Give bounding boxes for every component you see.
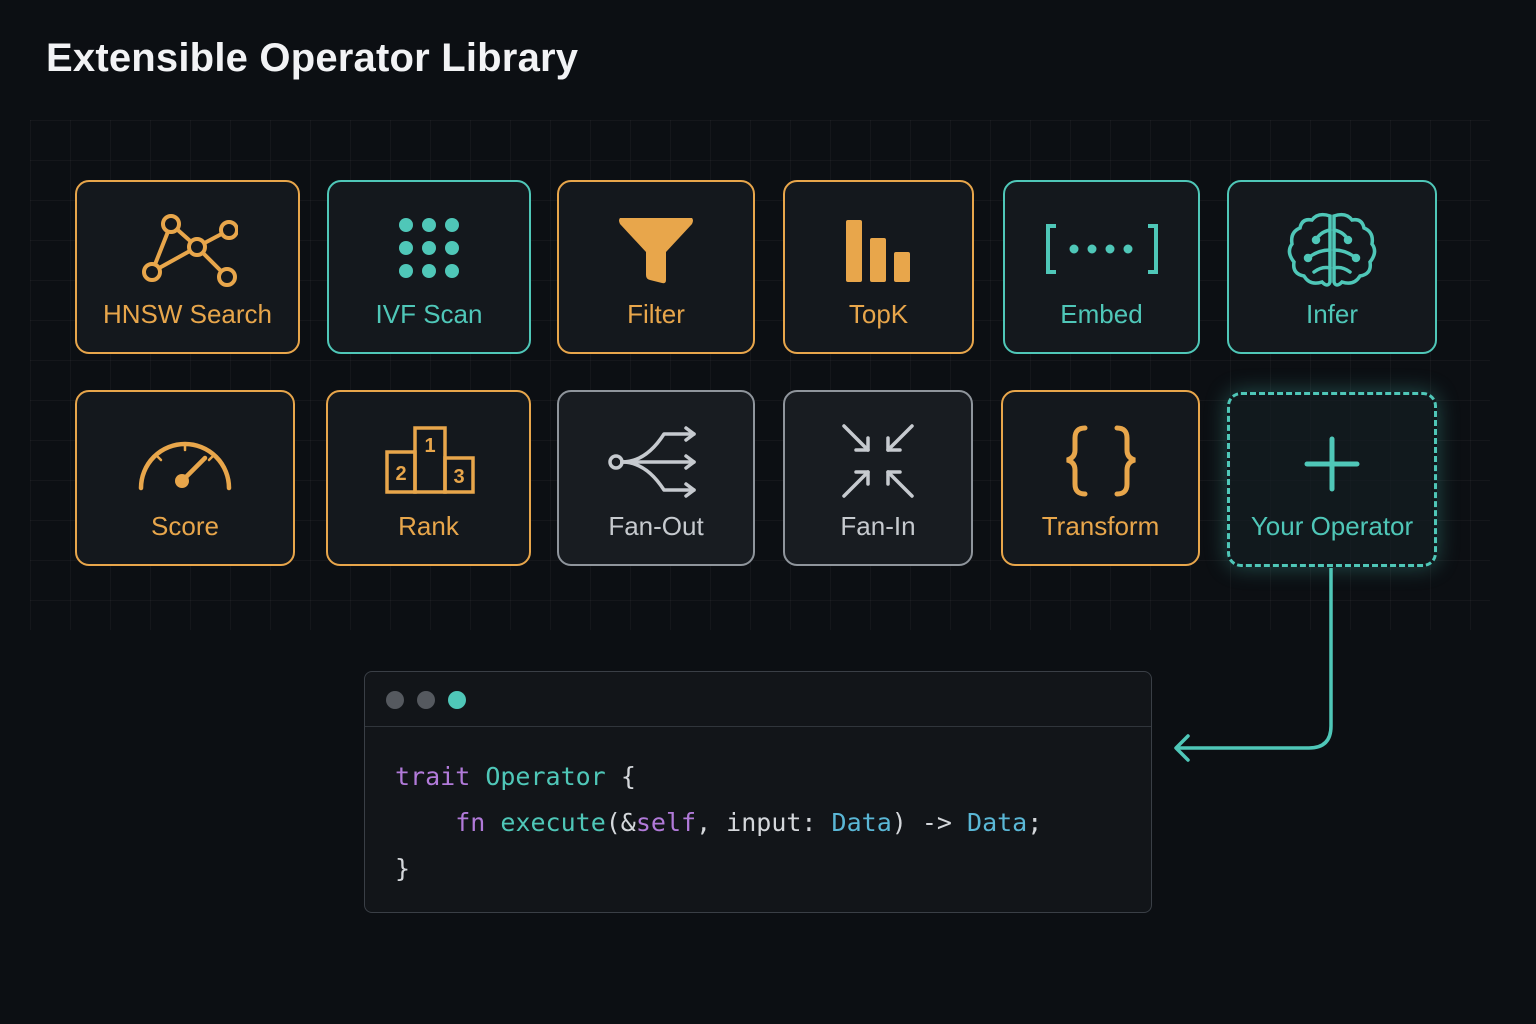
code-window: trait Operator { fn execute(&self, input… xyxy=(364,671,1152,913)
operator-tile-fan-in[interactable]: Fan-In xyxy=(783,390,973,566)
operator-label: Rank xyxy=(398,511,459,541)
operator-label: Score xyxy=(151,511,219,541)
code-arrow: ) -> xyxy=(891,808,968,837)
code-type-data-2: Data xyxy=(967,808,1028,837)
code-type-data-1: Data xyxy=(831,808,892,837)
operator-tile-hnsw-search[interactable]: HNSW Search xyxy=(75,180,300,354)
operator-label: Your Operator xyxy=(1250,511,1414,541)
podium-second: 2 xyxy=(395,463,406,485)
window-dot-maximize[interactable] xyxy=(448,691,466,709)
operator-tile-rank[interactable]: 1 2 3 Rank xyxy=(326,390,531,566)
vector-bracket-icon xyxy=(1042,210,1162,292)
code-self: self xyxy=(635,808,697,837)
page: Extensible Operator Library HNSW Search xyxy=(0,0,1536,1024)
operator-tile-transform[interactable]: Transform xyxy=(1001,390,1200,566)
operator-tile-ivf-scan[interactable]: IVF Scan xyxy=(327,180,531,354)
code-keyword-trait: trait xyxy=(395,762,471,791)
code-window-header xyxy=(365,672,1151,727)
code-line-1: trait Operator { xyxy=(395,754,1042,800)
bar-chart-icon xyxy=(829,210,929,292)
operator-label: Fan-In xyxy=(840,511,916,541)
plus-icon xyxy=(1282,423,1382,505)
code-brace-close: } xyxy=(395,854,411,883)
podium-first: 1 xyxy=(424,435,435,457)
code-line-3: } xyxy=(395,846,1042,892)
operator-label: HNSW Search xyxy=(102,299,273,329)
code-block: trait Operator { fn execute(&self, input… xyxy=(395,754,1042,892)
code-keyword-fn: fn xyxy=(455,808,486,837)
code-brace-open: { xyxy=(620,762,636,791)
gauge-icon xyxy=(135,420,235,502)
operator-label: Fan-Out xyxy=(608,511,704,541)
operator-tile-infer[interactable]: Infer xyxy=(1227,180,1437,354)
graph-icon xyxy=(138,210,239,292)
operator-label: Transform xyxy=(1041,511,1160,541)
fan-in-icon xyxy=(828,420,928,502)
operator-tile-your-operator[interactable]: Your Operator xyxy=(1227,392,1437,567)
code-line-2: fn execute(&self, input: Data) -> Data; xyxy=(395,800,1042,846)
window-dot-minimize[interactable] xyxy=(417,691,435,709)
operator-tile-topk[interactable]: TopK xyxy=(783,180,974,354)
code-param-sep: , input: xyxy=(696,808,832,837)
podium-icon: 1 2 3 xyxy=(379,420,479,502)
podium-third: 3 xyxy=(453,466,464,488)
operator-label: IVF Scan xyxy=(375,299,483,329)
operator-tile-embed[interactable]: Embed xyxy=(1003,180,1200,354)
window-dot-close[interactable] xyxy=(386,691,404,709)
curly-braces-icon xyxy=(1051,420,1151,502)
code-paren-open: (& xyxy=(605,808,636,837)
code-semicolon: ; xyxy=(1027,808,1043,837)
dot-grid-icon xyxy=(379,210,479,292)
fan-out-icon xyxy=(606,420,706,502)
operator-tile-fan-out[interactable]: Fan-Out xyxy=(557,390,755,566)
brain-icon xyxy=(1282,210,1382,292)
operator-tile-filter[interactable]: Filter xyxy=(557,180,755,354)
code-fn-name: execute xyxy=(500,808,606,837)
code-trait-name: Operator xyxy=(485,762,606,791)
funnel-icon xyxy=(606,210,706,292)
operator-tile-score[interactable]: Score xyxy=(75,390,295,566)
operator-label: Infer xyxy=(1305,299,1359,329)
operator-label: Filter xyxy=(627,299,685,329)
operator-label: Embed xyxy=(1060,299,1143,329)
page-title: Extensible Operator Library xyxy=(46,36,579,80)
operator-label: TopK xyxy=(848,299,909,329)
